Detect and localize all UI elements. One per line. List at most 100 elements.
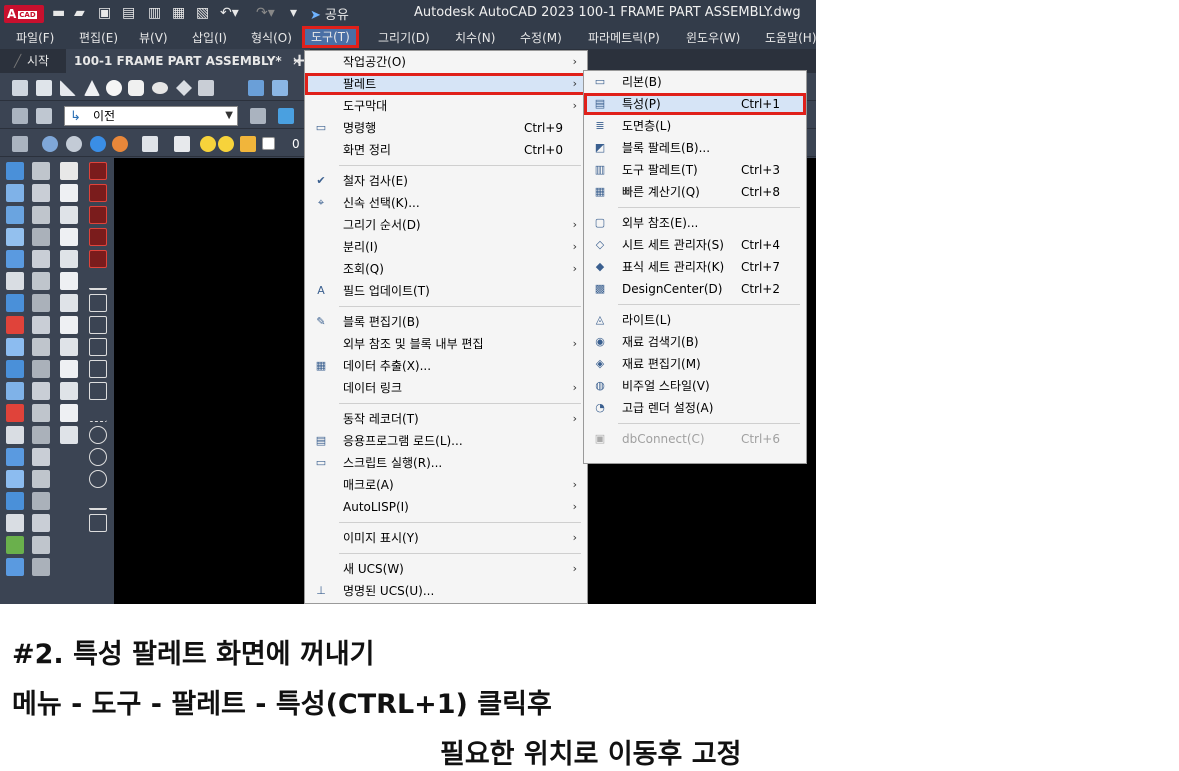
save-icon[interactable]: ▣: [98, 4, 111, 22]
ucs-z-axis-icon[interactable]: [278, 108, 294, 124]
join-icon[interactable]: [6, 426, 24, 444]
intersect-icon[interactable]: [32, 206, 50, 224]
explode-icon[interactable]: [6, 514, 24, 532]
erase-icon[interactable]: [6, 162, 24, 180]
ucs-icon[interactable]: [12, 108, 28, 124]
wedge-wire-icon[interactable]: [60, 228, 78, 246]
menu-item-3[interactable]: ◩ 블록 팔레트(B)...: [584, 137, 806, 159]
menu-edit[interactable]: 편집(E): [79, 27, 118, 49]
menu-item-15[interactable]: ◍ 비주얼 스타일(V): [584, 375, 806, 397]
camera-icon[interactable]: [60, 404, 78, 422]
snap-midpoint-icon[interactable]: [89, 184, 107, 202]
menu-item-26[interactable]: 새 UCS(W) ›: [305, 558, 587, 580]
menu-item-2[interactable]: ≣ 도면층(L): [584, 115, 806, 137]
menu-item-1[interactable]: ▤ 특성(P) Ctrl+1: [584, 93, 806, 115]
chamfer-icon[interactable]: [6, 448, 24, 466]
menu-format[interactable]: 형식(O): [251, 27, 292, 49]
separate-icon[interactable]: [32, 448, 50, 466]
taper-faces-icon[interactable]: [32, 338, 50, 356]
offset-faces-icon[interactable]: [32, 272, 50, 290]
menu-item-13[interactable]: ✎ 블록 편집기(B): [305, 311, 587, 333]
color-faces-icon[interactable]: [32, 382, 50, 400]
loft-icon[interactable]: [60, 250, 78, 268]
menu-item-0[interactable]: 작업공간(O) ›: [305, 51, 587, 73]
layer-unlock-icon[interactable]: [240, 136, 256, 152]
snap-center-icon[interactable]: [89, 228, 107, 246]
tab-document[interactable]: 100-1 FRAME PART ASSEMBLY* ×: [66, 49, 310, 73]
break-icon[interactable]: [6, 404, 24, 422]
polysolid-icon[interactable]: [176, 80, 192, 96]
box-wire-icon[interactable]: [60, 206, 78, 224]
3d-orbit-icon[interactable]: [12, 136, 28, 152]
menu-item-0[interactable]: ▭ 리본(B): [584, 71, 806, 93]
menu-item-3[interactable]: ▭ 명령행 Ctrl+9: [305, 117, 587, 139]
snap-temporary-icon[interactable]: [89, 492, 107, 510]
slice-icon[interactable]: [32, 558, 50, 576]
copy-faces-icon[interactable]: [32, 360, 50, 378]
menu-item-4[interactable]: 화면 정리 Ctrl+0: [305, 139, 587, 161]
rotate-faces-icon[interactable]: [32, 316, 50, 334]
snap-parallel-icon[interactable]: [89, 316, 107, 334]
menu-item-15[interactable]: ▦ 데이터 추출(X)...: [305, 355, 587, 377]
undo-icon[interactable]: ↶▾: [220, 4, 239, 22]
revolve-icon[interactable]: [272, 80, 288, 96]
new-file-icon[interactable]: ▬: [52, 4, 65, 22]
snap-quadrant-icon[interactable]: [89, 250, 107, 268]
menu-item-11[interactable]: A 필드 업데이트(T): [305, 280, 587, 302]
snap-perpendicular-icon[interactable]: [89, 294, 107, 312]
menu-item-9[interactable]: 분리(I) ›: [305, 236, 587, 258]
menu-tools[interactable]: 도구(T): [302, 26, 359, 48]
snap-insert-icon[interactable]: [89, 338, 107, 356]
menu-view[interactable]: 뷰(V): [139, 27, 168, 49]
menu-item-9[interactable]: ◆ 표식 세트 관리자(K) Ctrl+7: [584, 256, 806, 278]
copy-edges-icon[interactable]: [32, 514, 50, 532]
3d-rotate-icon[interactable]: [60, 360, 78, 378]
section-plane-icon[interactable]: [60, 316, 78, 334]
copy-icon[interactable]: [6, 184, 24, 202]
imprint-icon[interactable]: [32, 404, 50, 422]
save-as-icon[interactable]: ▤: [122, 4, 135, 22]
presspull-icon[interactable]: [60, 294, 78, 312]
menu-file[interactable]: 파일(F): [16, 27, 54, 49]
text-style-icon[interactable]: [60, 162, 78, 180]
fillet-icon[interactable]: [6, 470, 24, 488]
menu-item-14[interactable]: 외부 참조 및 블록 내부 편집 ›: [305, 333, 587, 355]
torus-icon[interactable]: [152, 82, 168, 94]
pyramid-icon[interactable]: [84, 80, 100, 96]
snap-from-icon[interactable]: [89, 470, 107, 488]
layer-states-icon[interactable]: [174, 136, 190, 152]
menu-draw[interactable]: 그리기(D): [378, 27, 430, 49]
open-from-web-icon[interactable]: ▦: [172, 4, 185, 22]
save-to-web-icon[interactable]: ▥: [148, 4, 161, 22]
mirror-icon[interactable]: [6, 206, 24, 224]
menu-item-19[interactable]: ▤ 응용프로그램 로드(L)...: [305, 430, 587, 452]
share-button[interactable]: ➤ 공유: [310, 4, 349, 23]
tab-start[interactable]: 시작: [27, 49, 49, 73]
ucs-combo[interactable]: ↳ 이전 ▼: [64, 106, 238, 126]
menu-item-8[interactable]: 그리기 순서(D) ›: [305, 214, 587, 236]
menu-item-18[interactable]: ▣ dbConnect(C) Ctrl+6: [584, 428, 806, 450]
offset-icon[interactable]: [6, 228, 24, 246]
delete-faces-icon[interactable]: [32, 294, 50, 312]
move-faces-icon[interactable]: [32, 250, 50, 268]
check-icon[interactable]: [32, 492, 50, 510]
3d-move-icon[interactable]: [60, 338, 78, 356]
snap-tangent-icon[interactable]: [89, 272, 107, 290]
wireframe-icon[interactable]: [66, 136, 82, 152]
menu-insert[interactable]: 삽입(I): [192, 27, 227, 49]
menu-item-13[interactable]: ◉ 재료 검색기(B): [584, 331, 806, 353]
snap-settings-icon[interactable]: [89, 448, 107, 466]
clean-icon[interactable]: [32, 426, 50, 444]
menu-item-14[interactable]: ◈ 재료 편집기(M): [584, 353, 806, 375]
menu-item-4[interactable]: ▥ 도구 팔레트(T) Ctrl+3: [584, 159, 806, 181]
wedge-icon[interactable]: [36, 80, 52, 96]
array-icon[interactable]: [6, 250, 24, 268]
menu-dimension[interactable]: 치수(N): [455, 27, 495, 49]
menu-item-6[interactable]: ✔ 철자 검사(E): [305, 170, 587, 192]
menu-window[interactable]: 윈도우(W): [686, 27, 740, 49]
ucs-origin-icon[interactable]: [250, 108, 266, 124]
snap-none-icon[interactable]: [89, 426, 107, 444]
layer-properties-icon[interactable]: [142, 136, 158, 152]
rotate-icon[interactable]: [6, 294, 24, 312]
helix-icon[interactable]: [198, 80, 214, 96]
